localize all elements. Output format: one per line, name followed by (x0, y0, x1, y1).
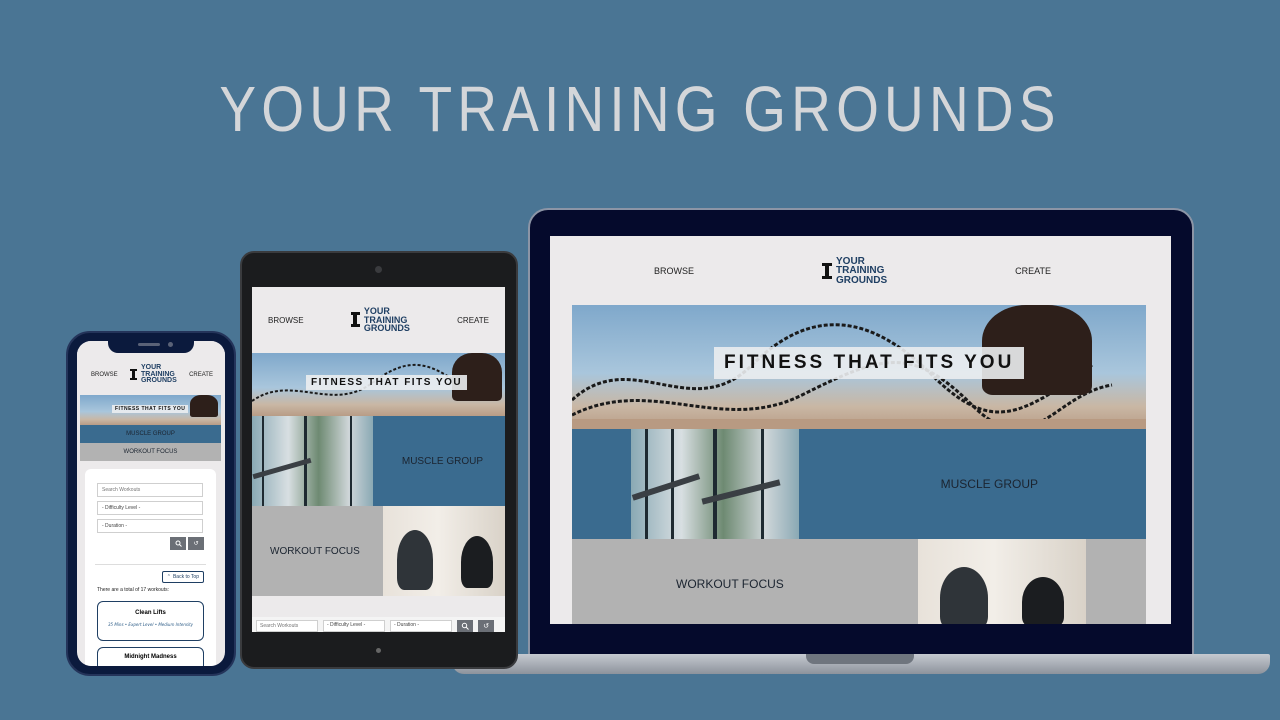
studio-workout-photo (383, 506, 505, 596)
search-input[interactable] (97, 483, 203, 497)
phone-notch (108, 338, 194, 353)
hero-banner-image: FITNESS THAT FITS YOU (252, 353, 505, 416)
tablet-camera (375, 266, 382, 273)
hero-title: YOUR TRAINING GROUNDS (219, 73, 1061, 145)
dumbbell-icon (350, 312, 360, 328)
laptop-screen: BROWSE YOUR TRAINING GROUNDS CREATE FITN… (550, 236, 1171, 624)
muscle-group-card[interactable]: MUSCLE GROUP (80, 425, 221, 443)
duration-select[interactable]: - Duration - (97, 519, 203, 533)
reset-button[interactable]: ↺ (478, 620, 494, 632)
workout-focus-label: WORKOUT FOCUS (676, 577, 784, 591)
back-to-top-button[interactable]: ⌃ Back to Top (161, 571, 204, 583)
workout-meta: 35 Mins • Expert Level • Medium Intensit… (107, 622, 194, 627)
duration-select[interactable]: - Duration - (390, 620, 452, 632)
nav-create-link[interactable]: CREATE (457, 316, 489, 325)
treadmill-gym-photo (631, 429, 799, 539)
nav-create-link[interactable]: CREATE (1015, 266, 1051, 276)
search-input[interactable] (256, 620, 318, 632)
phone-search-panel: - Difficulty Level - - Duration - ↺ ⌃ Ba… (85, 469, 216, 666)
athlete-figure (190, 395, 218, 417)
hero-banner-image: FITNESS THAT FITS YOU (572, 305, 1146, 429)
difficulty-select[interactable]: - Difficulty Level - (97, 501, 203, 515)
workout-focus-label: WORKOUT FOCUS (123, 449, 178, 455)
search-icon (461, 622, 469, 630)
logo-line3: GROUNDS (836, 274, 888, 286)
nav-create-link[interactable]: CREATE (189, 372, 213, 378)
difficulty-select[interactable]: - Difficulty Level - (323, 620, 385, 632)
site-logo[interactable]: YOUR TRAINING GROUNDS (350, 307, 410, 334)
muscle-group-label: MUSCLE GROUP (126, 431, 175, 437)
laptop-navbar: BROWSE YOUR TRAINING GROUNDS CREATE (550, 236, 1171, 306)
workout-focus-card[interactable]: WORKOUT FOCUS (80, 443, 221, 461)
reset-button[interactable]: ↺ (188, 537, 204, 550)
phone-screen: BROWSE YOUR TRAINING GROUNDS CREATE FITN… (77, 341, 225, 666)
search-button[interactable] (457, 620, 473, 632)
workout-card[interactable]: Clean Lifts 35 Mins • Expert Level • Med… (97, 601, 204, 641)
nav-browse-link[interactable]: BROWSE (91, 372, 118, 378)
search-button[interactable] (170, 537, 186, 550)
site-logo[interactable]: YOUR TRAINING GROUNDS (129, 364, 177, 385)
chevron-up-icon: ⌃ (166, 574, 171, 580)
hero-tagline: FITNESS THAT FITS YOU (112, 405, 189, 413)
tablet-home-dot (376, 648, 381, 653)
tablet-screen: BROWSE YOUR TRAINING GROUNDS CREATE FITN… (252, 287, 505, 632)
muscle-group-label: MUSCLE GROUP (401, 455, 483, 467)
site-logo[interactable]: YOUR TRAINING GROUNDS (822, 257, 887, 286)
search-icon (175, 540, 182, 547)
hero-banner-image: FITNESS THAT FITS YOU (80, 395, 221, 425)
tablet-navbar: BROWSE YOUR TRAINING GROUNDS CREATE (252, 287, 505, 353)
workout-title: Midnight Madness (124, 654, 177, 660)
dumbbell-icon (822, 263, 833, 279)
back-to-top-label: Back to Top (172, 574, 199, 580)
dumbbell-icon (129, 369, 137, 381)
nav-browse-link[interactable]: BROWSE (268, 316, 304, 325)
workout-count-text: There are a total of 17 workouts: (97, 587, 169, 593)
treadmill-gym-photo (252, 416, 373, 506)
workout-card[interactable]: Midnight Madness (97, 647, 204, 666)
hero-tagline: FITNESS THAT FITS YOU (306, 375, 468, 390)
reset-icon: ↺ (483, 622, 489, 630)
hero-tagline: FITNESS THAT FITS YOU (714, 347, 1025, 379)
studio-workout-photo (918, 539, 1086, 624)
nav-browse-link[interactable]: BROWSE (654, 266, 694, 276)
workout-title: Clean Lifts (135, 610, 166, 616)
logo-line3: GROUNDS (140, 377, 177, 385)
logo-line3: GROUNDS (363, 323, 410, 334)
reset-icon: ↺ (193, 540, 199, 547)
muscle-group-label: MUSCLE GROUP (940, 477, 1038, 491)
tablet-search-bar: - Difficulty Level - - Duration - ↺ (252, 617, 505, 632)
workout-focus-label: WORKOUT FOCUS (270, 545, 360, 557)
laptop-hinge (806, 654, 914, 664)
